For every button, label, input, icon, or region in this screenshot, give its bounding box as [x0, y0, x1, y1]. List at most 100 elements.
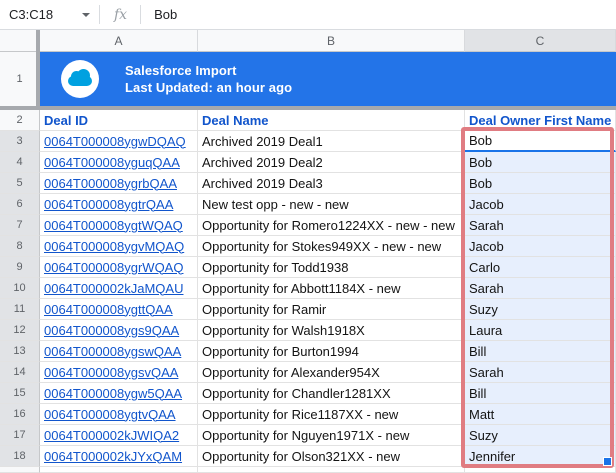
deal-id-link[interactable]: 0064T000002kJWIQA2 [44, 428, 179, 443]
row-header-10[interactable]: 10 [0, 278, 40, 299]
cell-deal-name[interactable]: New test opp - new - new [198, 194, 465, 215]
freeze-column-divider[interactable] [36, 30, 40, 106]
column-header-a[interactable]: A [40, 30, 198, 52]
deal-id-link[interactable]: 0064T000002kJaMQAU [44, 281, 183, 296]
select-all-corner[interactable] [0, 30, 40, 52]
cell-deal-id[interactable]: 0064T000008ygswQAA [40, 341, 198, 362]
deal-id-link[interactable]: 0064T000008ygrWQAQ [44, 260, 183, 275]
row-header-12[interactable]: 12 [0, 320, 40, 341]
deal-id-link[interactable]: 0064T000008ygtvQAA [44, 407, 176, 422]
deal-id-link[interactable]: 0064T000008ygwDQAQ [44, 134, 186, 149]
deal-id-link[interactable]: 0064T000008ygswQAA [44, 344, 181, 359]
cell-deal-name[interactable]: Opportunity for Chandler1281XX [198, 383, 465, 404]
row-header-16[interactable]: 16 [0, 404, 40, 425]
row-header-11[interactable]: 11 [0, 299, 40, 320]
cell-deal-owner[interactable]: Jennifer [465, 446, 616, 467]
cell-deal-id[interactable]: 0064T000008ygrWQAQ [40, 257, 198, 278]
cell-deal-id[interactable]: 0064T000008ygs9QAA [40, 320, 198, 341]
row-header-5[interactable]: 5 [0, 173, 40, 194]
cell-deal-id[interactable]: 0064T000008ygw5QAA [40, 383, 198, 404]
deal-id-link[interactable]: 0064T000008ygtrQAA [44, 197, 173, 212]
cell-deal-owner[interactable]: Jacob [465, 236, 616, 257]
row-header-6[interactable]: 6 [0, 194, 40, 215]
deal-id-link[interactable]: 0064T000002kJYxQAM [44, 449, 182, 464]
row-header-13[interactable]: 13 [0, 341, 40, 362]
row-header-7[interactable]: 7 [0, 215, 40, 236]
cell-deal-owner[interactable]: Matt [465, 404, 616, 425]
deal-id-link[interactable]: 0064T000008ygtWQAQ [44, 218, 183, 233]
name-box[interactable]: C3:C18 [0, 0, 99, 29]
cell-deal-owner[interactable]: Bill [465, 383, 616, 404]
cell-deal-name[interactable]: Archived 2019 Deal3 [198, 173, 465, 194]
cell-deal-owner[interactable]: Sarah [465, 215, 616, 236]
row-header-2[interactable]: 2 [0, 110, 40, 131]
cell-deal-owner[interactable]: Bob [465, 152, 616, 173]
cell-deal-owner[interactable]: Suzy [465, 425, 616, 446]
row-header-9[interactable]: 9 [0, 257, 40, 278]
cell-deal-name[interactable]: Opportunity for Rice1187XX - new [198, 404, 465, 425]
cell-deal-owner[interactable]: Bill [465, 341, 616, 362]
cell-deal-name[interactable]: Opportunity for Stokes949XX - new - new [198, 236, 465, 257]
cell-deal-id[interactable]: 0064T000002kJaMQAU [40, 278, 198, 299]
deal-id-link[interactable]: 0064T000008yguqQAA [44, 155, 180, 170]
cell-deal-id[interactable]: 0064T000008ygwDQAQ [40, 131, 198, 152]
row-header-14[interactable]: 14 [0, 362, 40, 383]
cell-deal-name[interactable]: Archived 2019 Deal1 [198, 131, 465, 152]
cell-deal-owner[interactable]: Sarah [465, 278, 616, 299]
row-header-8[interactable]: 8 [0, 236, 40, 257]
cell-deal-owner[interactable]: Laura [465, 320, 616, 341]
cell-deal-owner[interactable]: Bob [465, 131, 616, 152]
header-cell-deal-name[interactable]: Deal Name [198, 110, 465, 131]
cell-deal-owner[interactable]: Carlo [465, 257, 616, 278]
table-row: 6 0064T000008ygtrQAA New test opp - new - … [0, 194, 616, 215]
cell-deal-owner[interactable]: Jacob [465, 194, 616, 215]
cell-deal-owner[interactable]: Bob [465, 173, 616, 194]
cell-deal-id[interactable]: 0064T000002kJYxQAM [40, 446, 198, 467]
deal-id-link[interactable]: 0064T000008ygw5QAA [44, 386, 182, 401]
column-header-b[interactable]: B [198, 30, 465, 52]
row-header-4[interactable]: 4 [0, 152, 40, 173]
cell-deal-owner[interactable]: Sarah [465, 362, 616, 383]
row-2: 2 Deal ID Deal Name Deal Owner First Nam… [0, 110, 616, 131]
cell-deal-id[interactable]: 0064T000008ygvMQAQ [40, 236, 198, 257]
cell-deal-name[interactable]: Opportunity for Abbott1184X - new [198, 278, 465, 299]
deal-id-link[interactable]: 0064T000008ygs9QAA [44, 323, 179, 338]
row-header-15[interactable]: 15 [0, 383, 40, 404]
column-header-c[interactable]: C [465, 30, 616, 52]
cell-deal-id[interactable]: 0064T000008ygtrQAA [40, 194, 198, 215]
cell-deal-name[interactable]: Opportunity for Todd1938 [198, 257, 465, 278]
cell-deal-name[interactable]: Opportunity for Burton1994 [198, 341, 465, 362]
cell-deal-owner[interactable]: Suzy [465, 299, 616, 320]
cell-deal-name[interactable]: Opportunity for Romero1224XX - new - new [198, 215, 465, 236]
deal-id-link[interactable]: 0064T000008ygrbQAA [44, 176, 177, 191]
row-header-1[interactable]: 1 [0, 52, 40, 106]
deal-id-link[interactable]: 0064T000008ygttQAA [44, 302, 173, 317]
cell-deal-id[interactable]: 0064T000008ygsvQAA [40, 362, 198, 383]
row-header-3[interactable]: 3 [0, 131, 40, 152]
fill-handle[interactable] [603, 457, 612, 466]
row-header-18[interactable]: 18 [0, 446, 40, 467]
table-row: 5 0064T000008ygrbQAA Archived 2019 Deal3Bo… [0, 173, 616, 194]
cell-deal-id[interactable]: 0064T000008ygtWQAQ [40, 215, 198, 236]
cell-deal-id[interactable]: 0064T000008ygrbQAA [40, 173, 198, 194]
row-header-19[interactable] [0, 467, 40, 473]
row-header-17[interactable]: 17 [0, 425, 40, 446]
cell-deal-name[interactable]: Opportunity for Ramir [198, 299, 465, 320]
cell-deal-name[interactable]: Opportunity for Alexander954X [198, 362, 465, 383]
header-cell-deal-id[interactable]: Deal ID [40, 110, 198, 131]
cell-deal-id[interactable]: 0064T000008ygtvQAA [40, 404, 198, 425]
row-19-partial [0, 467, 616, 473]
cell-deal-id[interactable]: 0064T000008yguqQAA [40, 152, 198, 173]
header-cell-deal-owner[interactable]: Deal Owner First Name [465, 110, 616, 131]
cell-deal-name[interactable]: Opportunity for Nguyen1971X - new [198, 425, 465, 446]
deal-id-link[interactable]: 0064T000008ygsvQAA [44, 365, 178, 380]
formula-input[interactable]: Bob [154, 7, 177, 22]
chevron-down-icon [82, 13, 90, 17]
cell-deal-id[interactable]: 0064T000008ygttQAA [40, 299, 198, 320]
cell-deal-name[interactable]: Opportunity for Walsh1918X [198, 320, 465, 341]
deal-id-link[interactable]: 0064T000008ygvMQAQ [44, 239, 184, 254]
cell-deal-name[interactable]: Archived 2019 Deal2 [198, 152, 465, 173]
cell-deal-id[interactable]: 0064T000002kJWIQA2 [40, 425, 198, 446]
salesforce-banner-cell[interactable]: Salesforce Import Last Updated: an hour … [40, 52, 616, 106]
cell-deal-name[interactable]: Opportunity for Olson321XX - new [198, 446, 465, 467]
